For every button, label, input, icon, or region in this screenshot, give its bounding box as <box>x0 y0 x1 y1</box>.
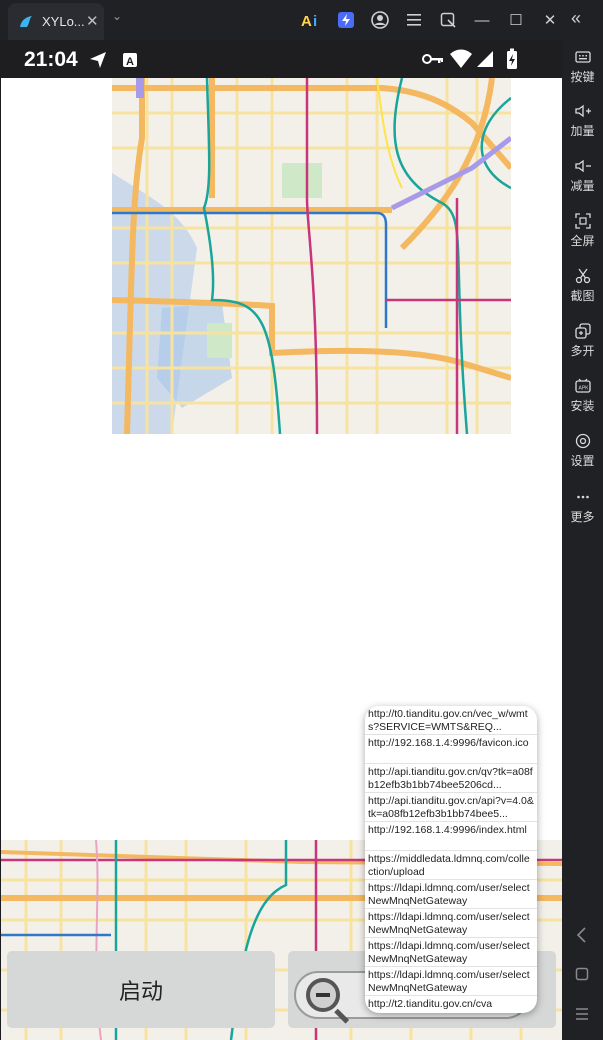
tab-close-icon[interactable]: ✕ <box>86 12 99 30</box>
maximize-button[interactable]: ☐ <box>504 8 528 32</box>
boost-icon[interactable] <box>334 8 358 32</box>
start-button[interactable]: 启动 <box>7 951 275 1028</box>
svg-text:APK: APK <box>578 386 589 392</box>
airplane-mode-icon <box>90 52 106 68</box>
svg-text:i: i <box>313 13 317 29</box>
emulator-side-panel: 按键 加量 减量 全屏 截图 多开 APK 安装 设置 更多 <box>562 40 603 1040</box>
close-button[interactable]: ✕ <box>538 8 562 32</box>
list-item[interactable]: http://api.tianditu.gov.cn/api?v=4.0&tk=… <box>365 793 537 822</box>
side-label: 减量 <box>570 179 595 193</box>
more-icon <box>562 488 603 506</box>
list-item[interactable]: http://api.tianditu.gov.cn/qv?tk=a08fb12… <box>365 764 537 793</box>
scissors-icon <box>562 267 603 285</box>
side-install-button[interactable]: APK 安装 <box>562 377 603 414</box>
side-label: 全屏 <box>570 234 595 248</box>
home-nav-icon[interactable] <box>575 967 589 981</box>
cellular-signal-icon <box>477 51 493 67</box>
side-volume-down-button[interactable]: 减量 <box>562 157 603 194</box>
emulator-tab[interactable]: XYLo... ✕ <box>8 3 104 40</box>
account-icon[interactable] <box>368 8 392 32</box>
install-apk-icon: APK <box>562 377 603 395</box>
side-fullscreen-button[interactable]: 全屏 <box>562 212 603 249</box>
svg-text:A: A <box>301 13 312 29</box>
side-label: 按键 <box>570 70 595 84</box>
side-label: 设置 <box>570 454 595 468</box>
side-multi-instance-button[interactable]: 多开 <box>562 322 603 359</box>
list-item[interactable]: https://ldapi.ldmnq.com/user/selectNewMn… <box>365 967 537 996</box>
keyboard-a-icon: A <box>123 53 137 68</box>
side-settings-button[interactable]: 设置 <box>562 432 603 469</box>
tab-title: XYLo... <box>42 14 85 29</box>
keyboard-icon <box>562 48 603 66</box>
volume-down-icon <box>562 157 603 175</box>
multi-instance-icon <box>562 322 603 340</box>
side-keymap-button[interactable]: 按键 <box>562 48 603 85</box>
recents-nav-icon[interactable] <box>575 1007 589 1021</box>
status-time: 21:04 <box>24 48 78 71</box>
svg-text:A: A <box>126 56 134 68</box>
minimize-button[interactable]: — <box>470 8 494 32</box>
list-item[interactable]: https://ldapi.ldmnq.com/user/selectNewMn… <box>365 938 537 967</box>
side-label: 加量 <box>570 124 595 138</box>
list-item[interactable]: http://192.168.1.4:9996/index.html <box>365 822 537 851</box>
side-more-button[interactable]: 更多 <box>562 488 603 525</box>
vpn-key-icon <box>422 54 443 64</box>
app-logo-icon <box>20 16 32 27</box>
back-nav-icon[interactable] <box>575 927 587 943</box>
side-label: 安装 <box>570 399 595 413</box>
side-screenshot-button[interactable]: 截图 <box>562 267 603 304</box>
map-tile-top[interactable] <box>112 78 511 434</box>
menu-icon[interactable] <box>402 8 426 32</box>
list-item[interactable]: http://192.168.1.4:9996/favicon.ico <box>365 735 537 764</box>
tab-dropdown-icon[interactable]: ⌄ <box>112 9 122 23</box>
side-label: 多开 <box>570 344 595 358</box>
settings-icon <box>562 432 603 450</box>
list-item[interactable]: https://ldapi.ldmnq.com/user/selectNewMn… <box>365 880 537 909</box>
wifi-icon <box>450 49 472 68</box>
list-item[interactable]: http://t2.tianditu.gov.cn/cva <box>365 996 537 1013</box>
zoom-out-icon[interactable] <box>306 978 340 1012</box>
list-item[interactable]: https://middledata.ldmnq.com/collection/… <box>365 851 537 880</box>
android-status-bar: 21:04 A <box>0 40 562 78</box>
screen-record-icon[interactable] <box>436 8 460 32</box>
list-item[interactable]: https://ldapi.ldmnq.com/user/selectNewMn… <box>365 909 537 938</box>
side-volume-up-button[interactable]: 加量 <box>562 102 603 139</box>
url-request-list[interactable]: http://t0.tianditu.gov.cn/vec_w/wmts?SER… <box>365 706 537 1013</box>
collapse-panel-icon[interactable]: « <box>571 8 581 29</box>
side-label: 更多 <box>570 510 595 524</box>
battery-charging-icon <box>507 48 517 69</box>
emulator-title-bar: XYLo... ✕ ⌄ Ai — ☐ ✕ « <box>0 0 603 40</box>
app-screen: 启动 http://t0.tianditu.gov.cn/vec_w/wmts?… <box>1 78 562 1040</box>
fullscreen-icon <box>562 212 603 230</box>
side-label: 截图 <box>570 289 595 303</box>
ai-icon[interactable]: Ai <box>300 8 324 32</box>
volume-up-icon <box>562 102 603 120</box>
list-item[interactable]: http://t0.tianditu.gov.cn/vec_w/wmts?SER… <box>365 706 537 735</box>
